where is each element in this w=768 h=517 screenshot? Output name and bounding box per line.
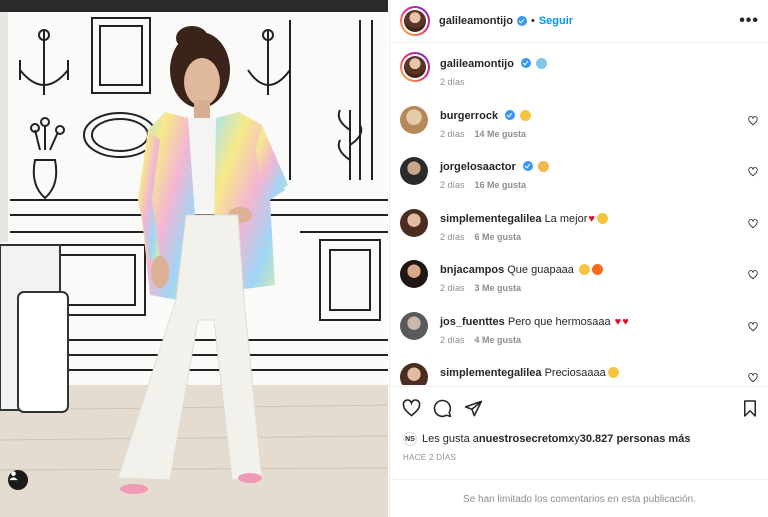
- verified-icon: [521, 58, 532, 68]
- likes-prefix: Les gusta a: [422, 433, 479, 445]
- star-eyes-emoji-icon: [520, 110, 532, 121]
- commenter-avatar[interactable]: [400, 260, 428, 288]
- comment-item: burgerrock 2 días 14 Me gusta: [400, 106, 760, 148]
- caption-row: galileamontijo 2 días: [400, 52, 760, 92]
- comment-text: Preciosaaaa: [544, 367, 606, 379]
- commenter-avatar[interactable]: [400, 363, 428, 385]
- caption-time[interactable]: 2 días: [440, 77, 465, 87]
- comment-likes[interactable]: 4 Me gusta: [475, 335, 522, 345]
- heart-hands-emoji-icon: [596, 213, 608, 224]
- comment-item: bnjacampos Que guapaaa 2 días 3 Me gusta: [400, 260, 760, 302]
- comment-time[interactable]: 2 días: [440, 335, 465, 345]
- verified-icon: [516, 16, 527, 26]
- comment-icon[interactable]: [433, 399, 452, 418]
- instagram-post-window: galileamontijo • Seguir ••• galileamonti…: [0, 0, 768, 517]
- comment-username[interactable]: jorgelosaactor: [440, 161, 516, 173]
- action-icons: [402, 399, 483, 418]
- share-icon[interactable]: [464, 399, 483, 418]
- comment-item: jorgelosaactor 2 días 16 Me gusta: [400, 157, 760, 199]
- comment-time[interactable]: 2 días: [440, 180, 465, 190]
- red-heart-emoji-icon: ♥: [622, 316, 629, 328]
- comment-likes[interactable]: 3 Me gusta: [475, 283, 522, 293]
- more-options-icon[interactable]: •••: [739, 12, 759, 30]
- comment-username[interactable]: simplementegalilea: [440, 213, 542, 225]
- comment-time[interactable]: 2 días: [440, 129, 465, 139]
- liker-avatar[interactable]: NS: [403, 432, 417, 446]
- like-comment-heart-icon[interactable]: [748, 373, 758, 383]
- caption-emoji-icon: [536, 58, 548, 69]
- caption-avatar[interactable]: [400, 52, 430, 82]
- comment-time[interactable]: 2 días: [440, 232, 465, 242]
- comments-list[interactable]: galileamontijo 2 días burgerrock 2 días …: [390, 44, 768, 385]
- fire-emoji-icon: [591, 264, 603, 275]
- post-details-panel: galileamontijo • Seguir ••• galileamonti…: [389, 0, 768, 517]
- comment-username[interactable]: simplementegalilea: [440, 367, 542, 379]
- caption-username[interactable]: galileamontijo: [440, 58, 514, 70]
- comment-likes[interactable]: 16 Me gusta: [475, 180, 527, 190]
- like-comment-heart-icon[interactable]: [748, 270, 758, 280]
- post-photo[interactable]: [0, 0, 388, 517]
- follow-button[interactable]: Seguir: [539, 15, 573, 27]
- comment-item: jos_fuenttes Pero que hermosaaa ♥♥ 2 día…: [400, 312, 760, 354]
- red-heart-emoji-icon: ♥: [614, 316, 622, 328]
- bookmark-icon[interactable]: [741, 399, 759, 418]
- like-comment-heart-icon[interactable]: [748, 322, 758, 332]
- commenter-avatar[interactable]: [400, 312, 428, 340]
- red-heart-emoji-icon: ♥: [588, 213, 595, 225]
- comment-text: La mejor: [544, 213, 588, 225]
- comment-username[interactable]: burgerrock: [440, 110, 498, 122]
- comment-item: simplementegalilea Preciosaaaa: [400, 363, 760, 385]
- liker-username[interactable]: nuestrosecretomx: [479, 433, 574, 445]
- like-comment-heart-icon[interactable]: [748, 116, 758, 126]
- like-comment-heart-icon[interactable]: [748, 167, 758, 177]
- likes-count[interactable]: 30.827 personas más: [580, 433, 691, 445]
- clap-emoji-icon: [537, 161, 549, 172]
- post-actions: NS Les gusta a nuestrosecretomx y 30.827…: [390, 386, 768, 517]
- separator-dot: •: [530, 15, 535, 27]
- star-eyes-emoji-icon: [607, 367, 619, 378]
- comment-likes[interactable]: 6 Me gusta: [475, 232, 522, 242]
- comments-limited-notice: Se han limitado los comentarios en esta …: [390, 479, 768, 517]
- comment-time[interactable]: 2 días: [440, 283, 465, 293]
- comment-item: simplementegalilea La mejor♥ 2 días 6 Me …: [400, 209, 760, 251]
- commenter-avatar[interactable]: [400, 157, 428, 185]
- commenter-avatar[interactable]: [400, 106, 428, 134]
- likes-summary[interactable]: NS Les gusta a nuestrosecretomx y 30.827…: [403, 432, 690, 446]
- comment-username[interactable]: bnjacampos: [440, 264, 504, 276]
- author-avatar[interactable]: [400, 6, 430, 36]
- comment-username[interactable]: jos_fuenttes: [440, 316, 505, 328]
- star-eyes-emoji-icon: [578, 264, 590, 275]
- post-photo-illustration: [0, 0, 388, 517]
- tag-user-icon[interactable]: [8, 470, 28, 490]
- post-timestamp[interactable]: HACE 2 DÍAS: [403, 453, 456, 462]
- post-header: galileamontijo • Seguir •••: [390, 0, 768, 43]
- comment-text: Pero que hermosaaa: [507, 316, 611, 328]
- commenter-avatar[interactable]: [400, 209, 428, 237]
- heart-icon[interactable]: [402, 399, 421, 418]
- verified-icon: [505, 110, 516, 120]
- author-username[interactable]: galileamontijo: [439, 15, 513, 27]
- comment-likes[interactable]: 14 Me gusta: [475, 129, 527, 139]
- verified-icon: [522, 161, 533, 171]
- like-comment-heart-icon[interactable]: [748, 219, 758, 229]
- comment-text: Que guapaaa: [507, 264, 574, 276]
